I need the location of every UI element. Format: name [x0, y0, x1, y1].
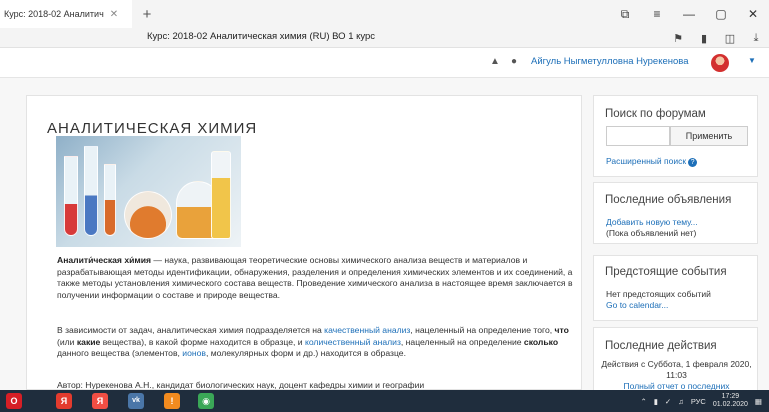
- bold-which: какие: [76, 336, 101, 347]
- analysis-types-paragraph: В зависимости от задач, аналитическая хи…: [57, 325, 577, 360]
- text-span: (или: [57, 336, 77, 347]
- avatar[interactable]: [711, 54, 729, 72]
- forum-search-input[interactable]: [606, 126, 670, 146]
- clock[interactable]: 17:29 01.02.2020: [713, 393, 748, 409]
- menu-icon[interactable]: ≡: [641, 7, 673, 21]
- no-news-note: (Пока объявлений нет): [606, 228, 697, 238]
- tab-title: Курс: 2018-02 Аналитич: [4, 9, 104, 19]
- close-window-icon[interactable]: ✕: [737, 7, 769, 21]
- calendar-link[interactable]: Go to calendar...: [606, 300, 668, 310]
- download-icon[interactable]: ⤓: [743, 32, 769, 45]
- address-bar[interactable]: Курс: 2018-02 Аналитическая химия (RU) В…: [0, 28, 769, 48]
- author-line: Автор: Нурекенова А.Н., кандидат биологи…: [57, 380, 425, 390]
- forum-search-block: Поиск по форумам Применить Расширенный п…: [593, 95, 758, 177]
- system-tray: ⌃ ▮ ✓ ♫ РУС 17:29 01.02.2020 ▦: [640, 390, 769, 412]
- clock-time: 17:29: [721, 393, 740, 400]
- text-span: данного вещества (элементов,: [57, 348, 183, 359]
- user-menu-name[interactable]: Айгуль Ныгметулловна Нурекенова: [531, 56, 689, 67]
- bookmark-icon[interactable]: ⚑: [665, 32, 691, 45]
- quantitative-analysis-link[interactable]: количественный анализ: [305, 337, 401, 347]
- add-topic-link[interactable]: Добавить новую тему...: [606, 217, 698, 227]
- test-tube-orange: [104, 164, 116, 236]
- volume-icon[interactable]: ♫: [678, 397, 684, 406]
- opera-icon[interactable]: O: [6, 393, 22, 409]
- bold-what: что: [554, 325, 569, 335]
- notification-center-icon[interactable]: ▦: [755, 397, 762, 406]
- chevron-down-icon[interactable]: ▼: [748, 56, 756, 65]
- activity-since: Действия с Суббота, 1 февраля 2020, 11:0…: [601, 359, 752, 380]
- course-summary-panel: АНАЛИТИЧЕСКАЯ ХИМИЯ Аналити́ческая хи́ми…: [26, 95, 582, 390]
- bold-how-much: сколько: [523, 336, 559, 347]
- text-span: , нацеленный на определение того,: [410, 325, 555, 335]
- block-title: Поиск по форумам: [605, 108, 706, 120]
- definition-term: Аналити́ческая хи́мия: [57, 255, 152, 265]
- chemistry-flasks-image: [56, 136, 241, 247]
- close-icon[interactable]: ✕: [110, 9, 118, 20]
- taskbar: O Я Я vk ! ◉ ⌃ ▮ ✓ ♫ РУС 17:29 01.02.2020…: [0, 390, 769, 412]
- help-icon[interactable]: ?: [688, 158, 698, 167]
- yandex-icon[interactable]: Я: [56, 393, 72, 409]
- minimize-icon[interactable]: —: [673, 7, 705, 21]
- vk-icon[interactable]: vk: [128, 393, 144, 409]
- block-title: Предстоящие события: [605, 266, 727, 278]
- tabs-list-icon[interactable]: ⧉: [609, 7, 641, 22]
- pdf-icon[interactable]: !: [164, 393, 180, 409]
- clock-date: 01.02.2020: [712, 401, 748, 408]
- site-navbar: ▲ ● Айгуль Ныгметулловна Нурекенова ▼: [0, 48, 769, 78]
- battery-icon[interactable]: ▮: [691, 32, 717, 45]
- new-tab-button[interactable]: +: [138, 6, 156, 23]
- extension-icon[interactable]: ◫: [717, 32, 743, 45]
- definition-paragraph: Аналити́ческая хи́мия — наука, развивающ…: [57, 255, 577, 301]
- upcoming-events-block: Предстоящие события Нет предстоящих собы…: [593, 255, 758, 321]
- yandex-browser-icon[interactable]: Я: [92, 393, 108, 409]
- language-indicator[interactable]: РУС: [691, 397, 706, 406]
- round-flask: [124, 191, 172, 239]
- apply-button[interactable]: Применить: [670, 126, 748, 146]
- network-icon[interactable]: ✓: [665, 397, 671, 406]
- advanced-search-label[interactable]: Расширенный поиск: [606, 156, 686, 166]
- address-text[interactable]: Курс: 2018-02 Аналитическая химия (RU) В…: [147, 31, 375, 42]
- beaker: [211, 151, 231, 239]
- test-tube-blue: [84, 146, 98, 236]
- text-span: , молекулярных форм и др.) находится в о…: [205, 348, 406, 359]
- advanced-search-link[interactable]: Расширенный поиск?: [606, 156, 698, 167]
- qualitative-analysis-link[interactable]: качественный анализ: [324, 325, 410, 335]
- browser-tabstrip: Курс: 2018-02 Аналитич ✕ + ⧉ ≡ — ▢ ✕: [0, 0, 769, 28]
- text-span: , нацеленный на определение: [400, 336, 524, 347]
- latest-news-block: Последние объявления Добавить новую тему…: [593, 182, 758, 244]
- course-title: АНАЛИТИЧЕСКАЯ ХИМИЯ: [47, 120, 258, 137]
- text-span: В зависимости от задач, аналитическая хи…: [57, 325, 325, 335]
- block-title: Последние объявления: [605, 194, 732, 206]
- battery-tray-icon[interactable]: ▮: [654, 397, 658, 406]
- maximize-icon[interactable]: ▢: [705, 7, 737, 21]
- window-controls: ⧉ ≡ — ▢ ✕: [609, 0, 769, 28]
- no-events-note: Нет предстоящих событий: [606, 289, 711, 299]
- browser-tab[interactable]: Курс: 2018-02 Аналитич ✕: [0, 0, 132, 28]
- tray-arrow-icon[interactable]: ⌃: [640, 397, 646, 406]
- test-tube-red: [64, 156, 78, 236]
- ions-link[interactable]: ионов: [182, 348, 206, 358]
- notifications-bell-icon[interactable]: ▲: [490, 56, 500, 67]
- browser-toolbar: ⚑ ▮ ◫ ⤓: [665, 28, 769, 48]
- chrome-icon[interactable]: ◉: [198, 393, 214, 409]
- text-span: вещества), в какой форме находится в обр…: [100, 336, 305, 347]
- recent-activity-block: Последние действия Действия с Суббота, 1…: [593, 327, 758, 393]
- messages-icon[interactable]: ●: [511, 56, 517, 67]
- block-title: Последние действия: [605, 340, 717, 352]
